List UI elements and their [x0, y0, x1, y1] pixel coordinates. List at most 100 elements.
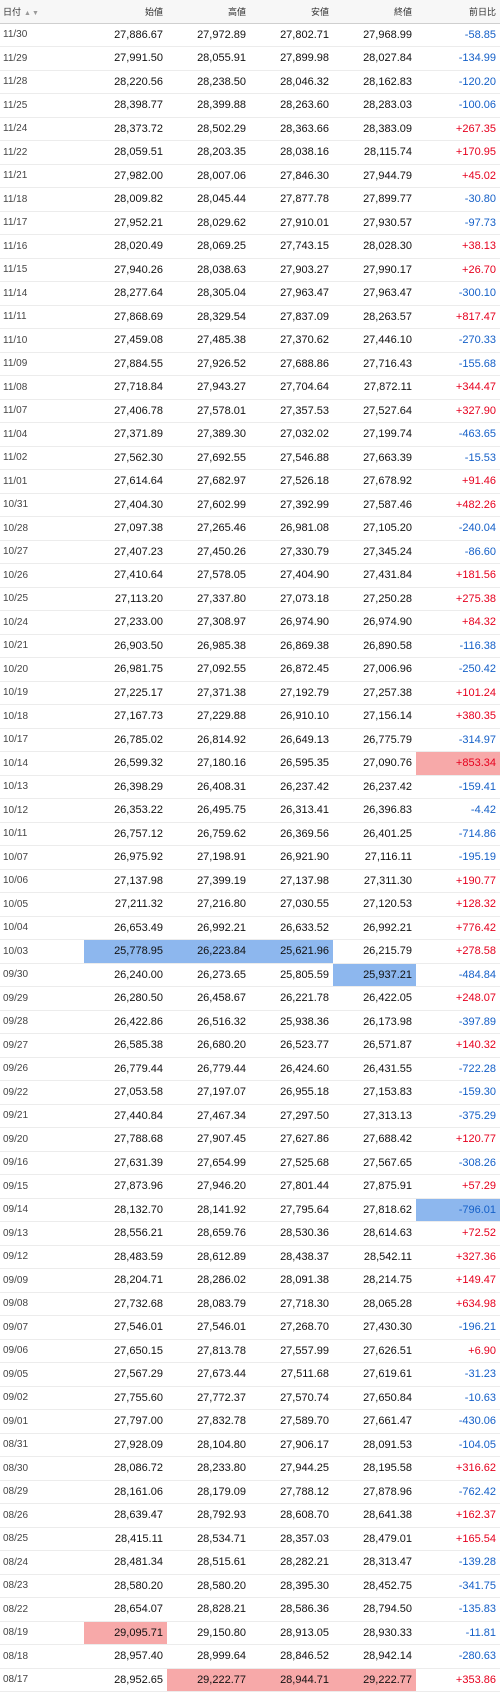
cell-change: -270.33: [416, 328, 500, 353]
table-row: 09/08 27,732.68 28,083.79 27,718.30 28,065.2…: [0, 1292, 500, 1316]
column-header-low[interactable]: 安値: [250, 0, 333, 24]
cell-close: 27,968.99: [333, 23, 416, 47]
cell-change: -308.26: [416, 1151, 500, 1175]
cell-low: 27,802.71: [250, 23, 333, 47]
cell-open: 27,113.20: [84, 587, 167, 611]
cell-date: 11/04: [0, 422, 84, 447]
cell-low: 27,718.30: [250, 1292, 333, 1316]
cell-date: 09/20: [0, 1127, 84, 1152]
cell-date: 11/09: [0, 352, 84, 376]
cell-close: 26,237.42: [333, 775, 416, 799]
cell-open: 27,567.29: [84, 1362, 167, 1387]
cell-date: 11/11: [0, 305, 84, 329]
cell-low: 27,688.86: [250, 352, 333, 376]
cell-date: 10/28: [0, 516, 84, 541]
cell-high: 27,578.01: [167, 399, 250, 423]
cell-close: 27,963.47: [333, 281, 416, 306]
cell-change: -762.42: [416, 1480, 500, 1504]
cell-close: 27,199.74: [333, 422, 416, 447]
cell-change: -314.97: [416, 728, 500, 752]
table-header-row: 日付 ▲▼ 始値 高値 安値 終値 前日比: [0, 0, 500, 24]
cell-low: 26,649.13: [250, 728, 333, 752]
cell-close: 29,222.77: [333, 1668, 416, 1692]
cell-date: 10/18: [0, 704, 84, 729]
cell-date: 09/14: [0, 1198, 84, 1222]
cell-close: 28,614.63: [333, 1221, 416, 1246]
cell-close: 25,937.21: [333, 963, 416, 987]
cell-low: 26,369.56: [250, 822, 333, 846]
cell-close: 27,872.11: [333, 375, 416, 400]
cell-change: +817.47: [416, 305, 500, 329]
sort-arrows-icon[interactable]: ▲▼: [24, 10, 40, 17]
table-row: 09/13 28,556.21 28,659.76 28,530.36 28,614.6…: [0, 1221, 500, 1246]
column-header-change[interactable]: 前日比: [416, 0, 500, 24]
cell-high: 28,999.64: [167, 1644, 250, 1669]
column-header-open[interactable]: 始値: [84, 0, 167, 24]
cell-low: 27,627.86: [250, 1127, 333, 1152]
cell-high: 27,682.97: [167, 469, 250, 494]
cell-change: -195.19: [416, 845, 500, 870]
cell-close: 27,626.51: [333, 1339, 416, 1363]
column-header-date[interactable]: 日付 ▲▼: [0, 0, 84, 24]
cell-change: +45.02: [416, 164, 500, 188]
cell-low: 27,903.27: [250, 258, 333, 282]
cell-low: 26,955.18: [250, 1080, 333, 1105]
cell-change: +181.56: [416, 563, 500, 588]
table-row: 11/08 27,718.84 27,943.27 27,704.64 27,872.1…: [0, 375, 500, 400]
cell-open: 27,440.84: [84, 1104, 167, 1128]
cell-close: 28,091.53: [333, 1433, 416, 1457]
cell-date: 10/05: [0, 892, 84, 917]
column-header-close[interactable]: 終値: [333, 0, 416, 24]
cell-open: 28,957.40: [84, 1644, 167, 1669]
cell-open: 28,398.77: [84, 93, 167, 118]
table-row: 09/01 27,797.00 27,832.78 27,589.70 27,661.4…: [0, 1409, 500, 1434]
cell-date: 08/25: [0, 1527, 84, 1551]
cell-open: 27,410.64: [84, 563, 167, 588]
table-row: 10/19 27,225.17 27,371.38 27,192.79 27,257.3…: [0, 681, 500, 705]
cell-low: 27,795.64: [250, 1198, 333, 1222]
table-row: 10/26 27,410.64 27,578.05 27,404.90 27,431.8…: [0, 563, 500, 588]
cell-change: +327.90: [416, 399, 500, 423]
table-row: 10/07 26,975.92 27,198.91 26,921.90 27,116.1…: [0, 845, 500, 870]
cell-high: 26,516.32: [167, 1010, 250, 1034]
cell-date: 10/31: [0, 493, 84, 517]
cell-open: 27,053.58: [84, 1080, 167, 1105]
cell-close: 27,930.57: [333, 211, 416, 235]
cell-close: 28,162.83: [333, 70, 416, 94]
cell-change: +327.36: [416, 1245, 500, 1269]
cell-close: 27,678.92: [333, 469, 416, 494]
cell-open: 26,240.00: [84, 963, 167, 987]
cell-open: 26,422.86: [84, 1010, 167, 1034]
cell-change: +162.37: [416, 1503, 500, 1528]
cell-date: 11/10: [0, 328, 84, 353]
cell-open: 27,991.50: [84, 46, 167, 71]
cell-low: 26,910.10: [250, 704, 333, 729]
cell-open: 28,415.11: [84, 1527, 167, 1551]
cell-date: 09/15: [0, 1174, 84, 1199]
cell-close: 27,311.30: [333, 869, 416, 893]
cell-date: 09/08: [0, 1292, 84, 1316]
table-row: 08/24 28,481.34 28,515.61 28,282.21 28,313.4…: [0, 1550, 500, 1575]
cell-change: +57.29: [416, 1174, 500, 1199]
cell-open: 28,556.21: [84, 1221, 167, 1246]
cell-low: 27,192.79: [250, 681, 333, 705]
cell-open: 27,755.60: [84, 1386, 167, 1410]
cell-date: 10/19: [0, 681, 84, 705]
table-row: 08/23 28,580.20 28,580.20 28,395.30 28,452.7…: [0, 1574, 500, 1598]
column-header-high[interactable]: 高値: [167, 0, 250, 24]
cell-high: 27,308.97: [167, 610, 250, 635]
table-row: 11/30 27,886.67 27,972.89 27,802.71 27,968.9…: [0, 23, 500, 47]
cell-close: 26,396.83: [333, 798, 416, 823]
cell-high: 28,515.61: [167, 1550, 250, 1575]
cell-low: 28,395.30: [250, 1574, 333, 1598]
cell-open: 27,404.30: [84, 493, 167, 517]
cell-open: 27,886.67: [84, 23, 167, 47]
cell-date: 08/23: [0, 1574, 84, 1598]
cell-close: 28,028.30: [333, 234, 416, 259]
cell-high: 26,408.31: [167, 775, 250, 799]
cell-change: -484.84: [416, 963, 500, 987]
cell-open: 28,161.06: [84, 1480, 167, 1504]
table-row: 10/12 26,353.22 26,495.75 26,313.41 26,396.8…: [0, 798, 500, 823]
cell-low: 26,221.78: [250, 986, 333, 1011]
cell-high: 27,389.30: [167, 422, 250, 447]
